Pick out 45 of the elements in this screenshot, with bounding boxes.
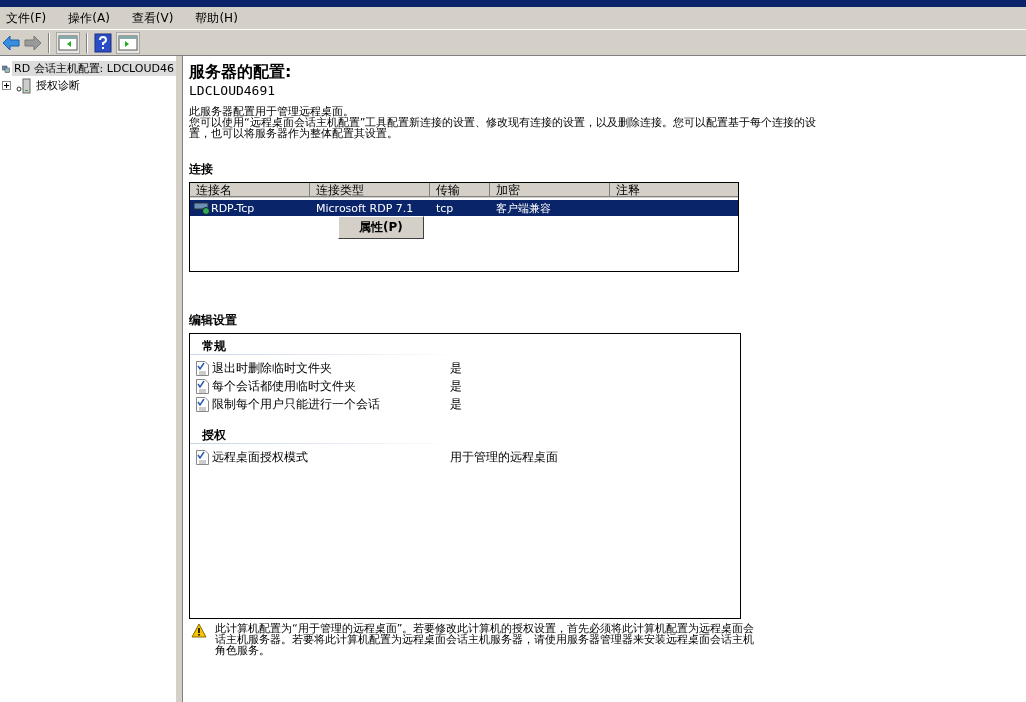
setting-link[interactable]: 限制每个用户只能进行一个会话 xyxy=(212,395,447,413)
setting-link[interactable]: 退出时删除临时文件夹 xyxy=(212,359,447,377)
group-title: 常规 xyxy=(201,338,227,354)
document-check-icon xyxy=(196,378,209,394)
column-header[interactable]: 注释 xyxy=(610,183,738,197)
table-cell: Microsoft RDP 7.1 xyxy=(316,201,414,215)
description-text: 您可以使用“远程桌面会话主机配置”工具配置新连接的设置、修改现有连接的设置，以及删除连接。您可以配置基于每个连接的设置，也可以将服务器作为整体配置其设置。 xyxy=(189,117,818,139)
table-cell: RDP-Tcp xyxy=(211,201,255,215)
setting-value: 是 xyxy=(450,395,462,413)
server-name: LDCLOUD4691 xyxy=(189,83,277,98)
setting-value: 用于管理的远程桌面 xyxy=(450,448,558,466)
group-title: 授权 xyxy=(201,427,227,443)
column-header[interactable]: 传输 xyxy=(430,183,490,197)
column-header[interactable]: 加密 xyxy=(490,183,610,197)
table-cell: 客户端兼容 xyxy=(496,200,551,216)
column-header[interactable]: 连接类型 xyxy=(310,183,430,197)
menu-item[interactable]: 文件(F) xyxy=(6,9,47,27)
warning-icon xyxy=(191,623,207,638)
help-icon[interactable] xyxy=(94,32,112,53)
setting-link[interactable]: 每个会话都使用临时文件夹 xyxy=(212,377,447,395)
server-icon xyxy=(16,77,32,94)
tree-item[interactable]: RD 会话主机配置: LDCLOUD46 xyxy=(12,61,176,76)
description-text: 此服务器配置用于管理远程桌面。 xyxy=(189,106,354,117)
document-check-icon xyxy=(196,396,209,412)
page-title: 服务器的配置: xyxy=(189,62,293,83)
setting-value: 是 xyxy=(450,359,462,377)
menu-item[interactable]: 查看(V) xyxy=(131,9,174,27)
show-tree-icon[interactable] xyxy=(56,31,80,54)
warning-text: 此计算机配置为“用于管理的远程桌面”。若要修改此计算机的授权设置，首先必须将此计算机配置为远程桌面会话主机服务器。若要将此计算机配置为远程桌面会话主机服务器，请使用服务器管理器来安装远程桌面会话主机角色服务。 xyxy=(215,623,755,656)
menu-item[interactable]: 帮助(H) xyxy=(195,9,238,27)
menu-item[interactable]: 操作(A) xyxy=(68,9,110,27)
back-arrow-icon[interactable] xyxy=(2,34,20,51)
expand-icon[interactable] xyxy=(2,81,11,90)
tree-item[interactable]: 授权诊断 xyxy=(34,78,82,93)
section-title: 连接 xyxy=(189,161,214,178)
connection-icon xyxy=(194,201,210,215)
table-row[interactable]: RDP-Tcp Microsoft RDP 7.1 tcp 客户端兼容 xyxy=(190,200,738,216)
setting-value: 是 xyxy=(450,377,462,395)
document-check-icon xyxy=(196,360,209,376)
table-cell: tcp xyxy=(436,201,454,215)
setting-link[interactable]: 远程桌面授权模式 xyxy=(212,448,447,466)
document-check-icon xyxy=(196,449,209,465)
section-title: 编辑设置 xyxy=(189,312,238,329)
column-header[interactable]: 连接名 xyxy=(190,183,310,197)
menu-item[interactable]: 属性(P) xyxy=(339,217,423,238)
